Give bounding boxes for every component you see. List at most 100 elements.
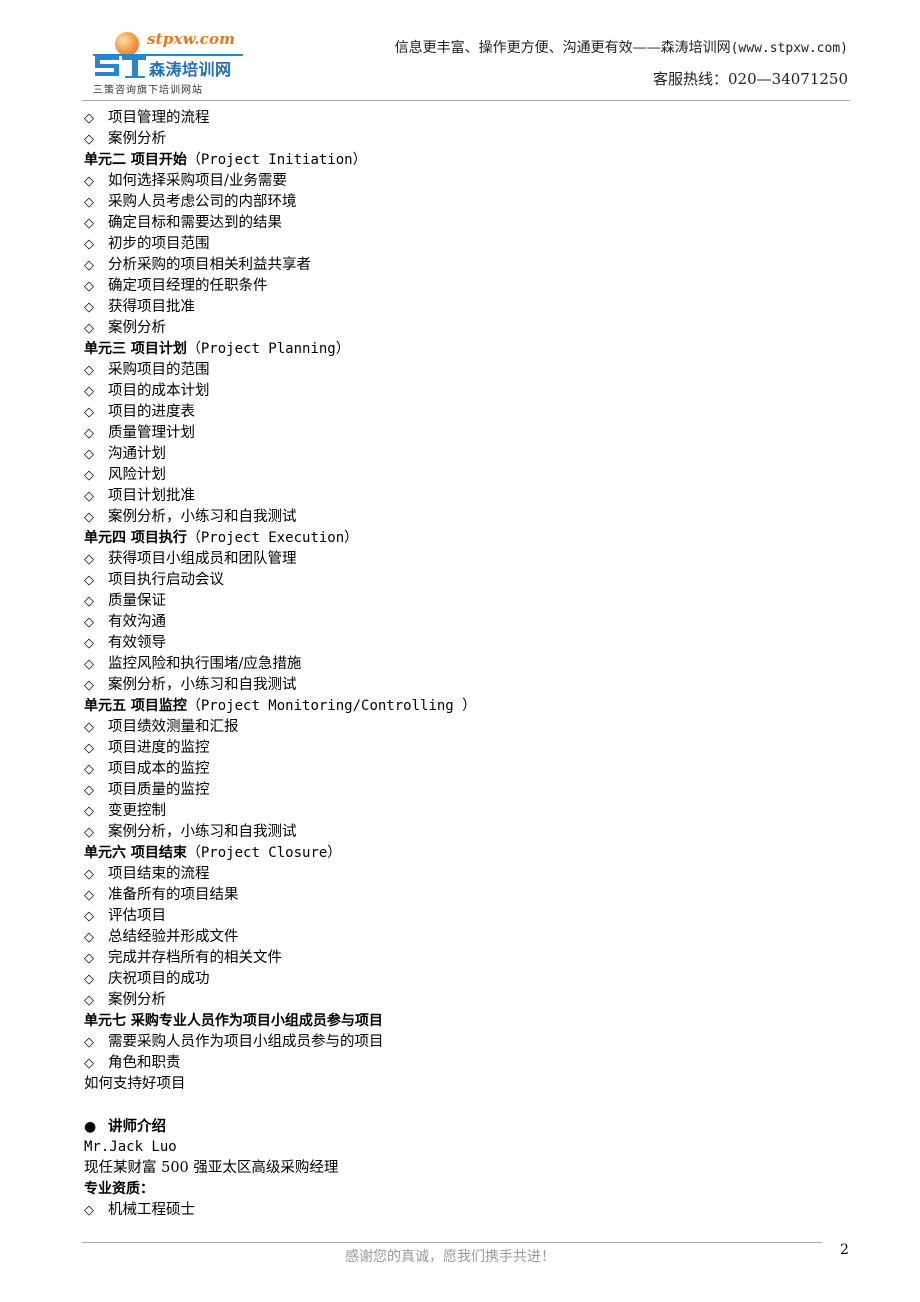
header-divider: [82, 100, 850, 101]
diamond-bullet-icon: ◇: [84, 489, 94, 504]
list-item: ◇ 监控风险和执行围堵/应急措施: [84, 654, 844, 675]
diamond-bullet-icon: ◇: [84, 720, 94, 735]
paragraph-line: 现任某财富 500 强亚太区高级采购经理: [84, 1160, 339, 1176]
section-heading-cn: 单元二 项目开始: [84, 152, 187, 168]
list-item-text: 完成并存档所有的相关文件: [108, 950, 282, 966]
list-item-text: 变更控制: [108, 803, 166, 819]
diamond-bullet-icon: ◇: [84, 615, 94, 630]
diamond-bullet-icon: ◇: [84, 258, 94, 273]
list-item-text: 案例分析: [108, 992, 166, 1008]
list-item-text: 庆祝项目的成功: [108, 971, 210, 987]
list-item: ◇ 项目成本的监控: [84, 759, 844, 780]
diamond-bullet-icon: ◇: [84, 951, 94, 966]
diamond-bullet-icon: ◇: [84, 657, 94, 672]
list-item-text: 案例分析，小练习和自我测试: [108, 824, 297, 840]
page-number: 2: [840, 1242, 849, 1258]
list-item: ◇ 风险计划: [84, 465, 844, 486]
list-item-text: 项目的成本计划: [108, 383, 210, 399]
list-item-text: 项目管理的流程: [108, 110, 210, 126]
list-item-text: 项目成本的监控: [108, 761, 210, 777]
list-item-text: 质量保证: [108, 593, 166, 609]
list-item: ◇ 变更控制: [84, 801, 844, 822]
list-item-text: 采购人员考虑公司的内部环境: [108, 194, 297, 210]
list-item: ◇ 项目计划批准: [84, 486, 844, 507]
list-item-text: 项目的进度表: [108, 404, 195, 420]
list-item: ◇ 有效领导: [84, 633, 844, 654]
section-bullet-heading: ● 讲师介绍: [84, 1116, 844, 1137]
list-item-text: 角色和职责: [108, 1055, 181, 1071]
paragraph-line: 如何支持好项目: [84, 1076, 186, 1092]
section-heading-en: （Project Initiation）: [186, 152, 367, 168]
diamond-bullet-icon: ◇: [84, 594, 94, 609]
list-item-text: 项目结束的流程: [108, 866, 210, 882]
list-item: ◇ 庆祝项目的成功: [84, 969, 844, 990]
header-slogan: 信息更丰富、操作更方便、沟通更有效——森涛培训网(www.stpxw.com): [395, 37, 848, 57]
section-heading: 专业资质：: [84, 1179, 844, 1200]
diamond-bullet-icon: ◇: [84, 783, 94, 798]
list-item-text: 机械工程硕士: [108, 1202, 195, 1218]
list-item: ◇ 有效沟通: [84, 612, 844, 633]
diamond-bullet-icon: ◇: [84, 1203, 94, 1218]
section-heading-en: （Project Monitoring/Controlling ）: [186, 698, 477, 714]
diamond-bullet-icon: ◇: [84, 636, 94, 651]
section-heading-cn: 单元七 采购专业人员作为项目小组成员参与项目: [84, 1013, 383, 1029]
list-item-text: 确定目标和需要达到的结果: [108, 215, 282, 231]
diamond-bullet-icon: ◇: [84, 1035, 94, 1050]
list-item-text: 有效领导: [108, 635, 166, 651]
list-item-text: 准备所有的项目结果: [108, 887, 239, 903]
diamond-bullet-icon: ◇: [84, 405, 94, 420]
list-item-text: 项目计划批准: [108, 488, 195, 504]
diamond-bullet-icon: ◇: [84, 363, 94, 378]
diamond-bullet-icon: ◇: [84, 678, 94, 693]
document-page: stpxw.com 森涛培训网 三策咨询旗下培训网站 信息更丰富、操作更方便、沟…: [0, 0, 920, 1302]
section-heading-cn: 单元六 项目结束: [84, 845, 187, 861]
diamond-bullet-icon: ◇: [84, 909, 94, 924]
list-item: ◇ 质量管理计划: [84, 423, 844, 444]
diamond-bullet-icon: ◇: [84, 468, 94, 483]
list-item-text: 有效沟通: [108, 614, 166, 630]
diamond-bullet-icon: ◇: [84, 195, 94, 210]
diamond-bullet-icon: ◇: [84, 237, 94, 252]
diamond-bullet-icon: ◇: [84, 930, 94, 945]
diamond-bullet-icon: ◇: [84, 888, 94, 903]
site-logo[interactable]: stpxw.com 森涛培训网 三策咨询旗下培训网站: [93, 28, 253, 98]
list-item: ◇ 案例分析: [84, 129, 844, 150]
list-item: ◇ 完成并存档所有的相关文件: [84, 948, 844, 969]
diamond-bullet-icon: ◇: [84, 867, 94, 882]
list-item: ◇ 项目的进度表: [84, 402, 844, 423]
list-item: ◇ 沟通计划: [84, 444, 844, 465]
list-item-text: 案例分析: [108, 131, 166, 147]
list-item: ◇ 如何选择采购项目/业务需要: [84, 171, 844, 192]
diamond-bullet-icon: ◇: [84, 321, 94, 336]
list-item-text: 获得项目小组成员和团队管理: [108, 551, 297, 567]
slogan-url[interactable]: (www.stpxw.com): [731, 41, 848, 56]
list-item: ◇ 案例分析，小练习和自我测试: [84, 675, 844, 696]
hotline-number: 020—34071250: [728, 70, 848, 88]
section-heading-en: （Project Closure）: [186, 845, 342, 861]
list-item-text: 项目绩效测量和汇报: [108, 719, 239, 735]
list-item: ◇ 初步的项目范围: [84, 234, 844, 255]
diamond-bullet-icon: ◇: [84, 993, 94, 1008]
diamond-bullet-icon: ◇: [84, 762, 94, 777]
section-heading: 单元七 采购专业人员作为项目小组成员参与项目: [84, 1011, 844, 1032]
list-item-text: 项目进度的监控: [108, 740, 210, 756]
diamond-bullet-icon: ◇: [84, 741, 94, 756]
list-item-text: 项目执行启动会议: [108, 572, 224, 588]
list-item: ◇ 项目质量的监控: [84, 780, 844, 801]
list-item: ◇ 项目的成本计划: [84, 381, 844, 402]
diamond-bullet-icon: ◇: [84, 447, 94, 462]
section-heading: 单元二 项目开始（Project Initiation）: [84, 150, 844, 171]
diamond-bullet-icon: ◇: [84, 111, 94, 126]
section-heading-en: （Project Execution）: [186, 530, 359, 546]
slogan-text: 信息更丰富、操作更方便、沟通更有效——森涛培训网: [394, 40, 731, 56]
logo-st-mark-icon: [95, 50, 151, 80]
section-heading-en: （Project Planning）: [186, 341, 350, 357]
diamond-bullet-icon: ◇: [84, 300, 94, 315]
list-item: ◇ 项目管理的流程: [84, 108, 844, 129]
bullet-heading-text: 讲师介绍: [108, 1118, 166, 1135]
list-item-text: 评估项目: [108, 908, 166, 924]
list-item-text: 案例分析，小练习和自我测试: [108, 677, 297, 693]
diamond-bullet-icon: ◇: [84, 384, 94, 399]
list-item: ◇ 案例分析，小练习和自我测试: [84, 822, 844, 843]
